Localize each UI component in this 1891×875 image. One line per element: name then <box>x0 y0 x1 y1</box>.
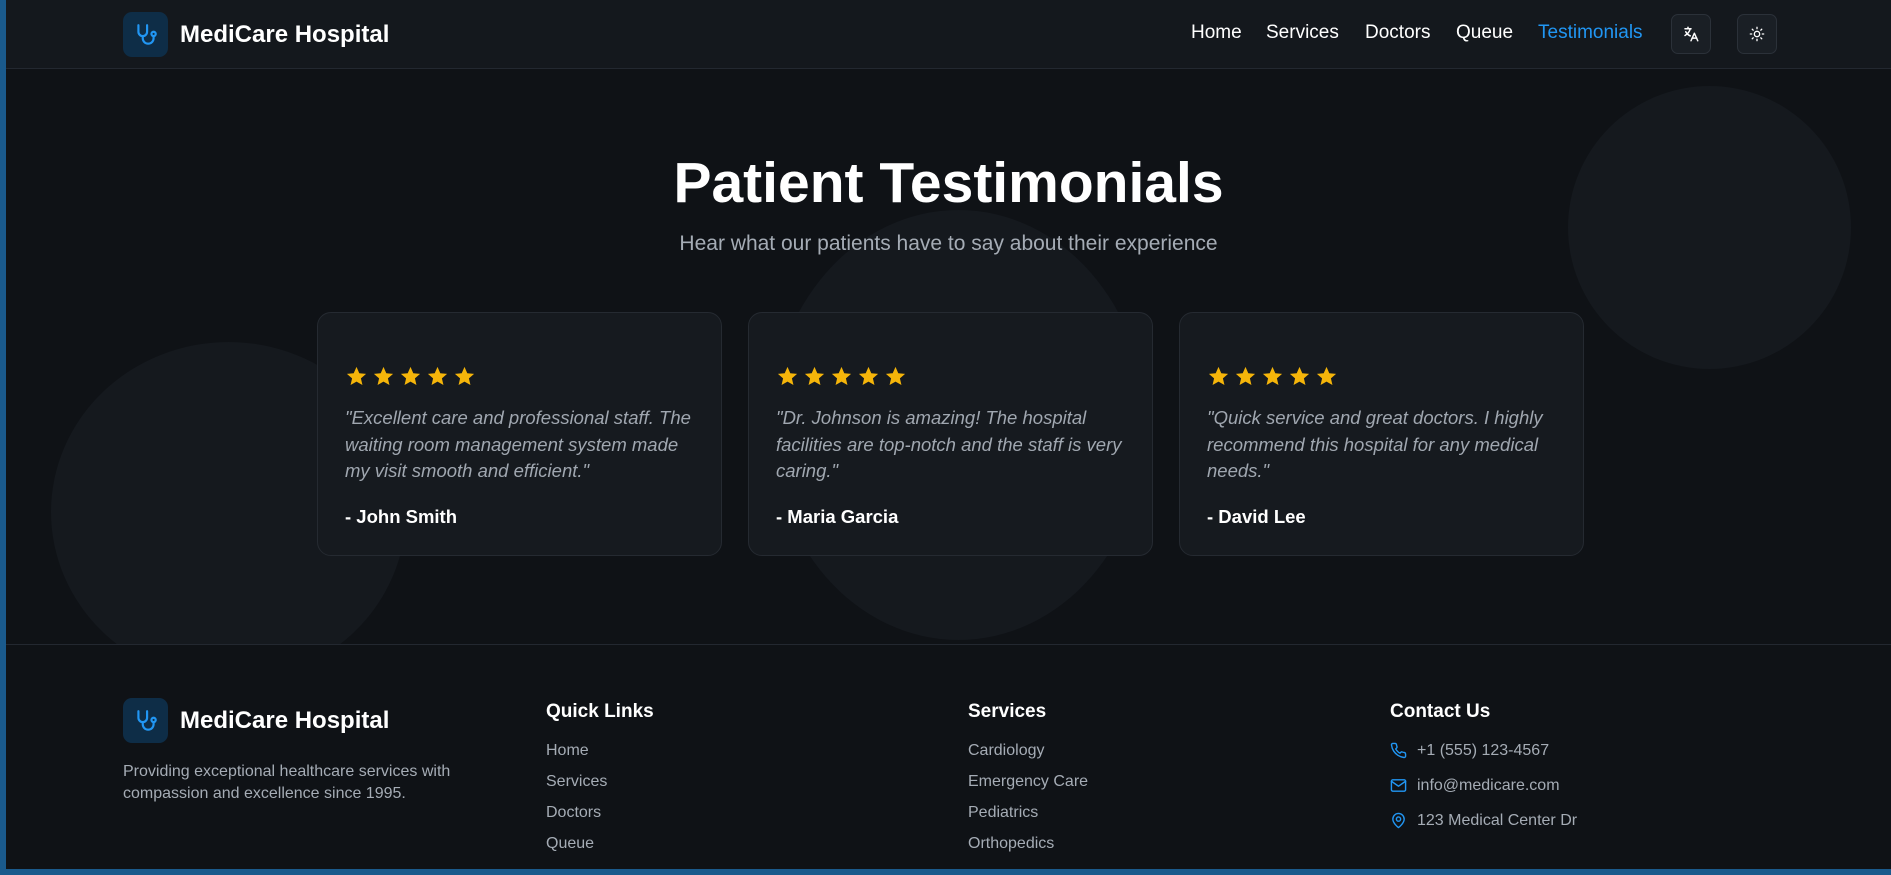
testimonial-author: - Maria Garcia <box>776 506 899 527</box>
stethoscope-icon <box>136 23 157 45</box>
star-icon <box>1261 365 1284 393</box>
phone-icon <box>1390 742 1407 759</box>
star-icon <box>803 365 826 393</box>
contact-email-text: info@medicare.com <box>1417 777 1560 794</box>
service-link-orthopedics[interactable]: Orthopedics <box>968 835 1088 866</box>
footer-brand-name: MediCare Hospital <box>180 707 390 734</box>
star-icon <box>1288 365 1311 393</box>
nav-link-queue[interactable]: Queue <box>1456 22 1513 44</box>
theme-toggle-button[interactable] <box>1737 14 1777 54</box>
testimonial-card: "Dr. Johnson is amazing! The hospital fa… <box>748 312 1153 556</box>
nav-link-home[interactable]: Home <box>1191 22 1242 44</box>
contact-phone-text: +1 (555) 123-4567 <box>1417 742 1550 759</box>
quick-link-services[interactable]: Services <box>546 773 607 804</box>
sun-icon <box>1749 26 1765 42</box>
star-icon <box>1315 365 1338 393</box>
language-toggle-button[interactable] <box>1671 14 1711 54</box>
brand-logo[interactable] <box>123 12 168 57</box>
testimonial-quote: "Excellent care and professional staff. … <box>345 407 691 481</box>
quick-link-home[interactable]: Home <box>546 742 607 773</box>
star-icon <box>857 365 880 393</box>
contact-address-text: 123 Medical Center Dr <box>1417 812 1578 829</box>
star-icon <box>1207 365 1230 393</box>
star-icon <box>1234 365 1257 393</box>
service-link-cardiology[interactable]: Cardiology <box>968 742 1088 773</box>
testimonial-quote: "Quick service and great doctors. I high… <box>1207 407 1543 481</box>
testimonial-author: - David Lee <box>1207 506 1306 527</box>
star-icon <box>830 365 853 393</box>
star-rating <box>1207 365 1338 393</box>
quick-links-title: Quick Links <box>546 701 654 722</box>
nav-link-testimonials[interactable]: Testimonials <box>1538 22 1643 44</box>
page: MediCare Hospital Home Services Doctors … <box>6 0 1891 869</box>
service-link-pediatrics[interactable]: Pediatrics <box>968 804 1088 835</box>
nav-link-services[interactable]: Services <box>1266 22 1339 44</box>
services-list: Cardiology Emergency Care Pediatrics Ort… <box>968 742 1088 866</box>
stethoscope-icon <box>136 709 157 731</box>
decorative-circle <box>1568 86 1851 369</box>
star-rating <box>345 365 476 393</box>
testimonial-card: "Quick service and great doctors. I high… <box>1179 312 1584 556</box>
star-icon <box>453 365 476 393</box>
star-icon <box>426 365 449 393</box>
contact-address: 123 Medical Center Dr <box>1390 812 1577 847</box>
footer-brand-logo[interactable] <box>123 698 168 743</box>
star-icon <box>345 365 368 393</box>
testimonial-card: "Excellent care and professional staff. … <box>317 312 722 556</box>
top-navbar: MediCare Hospital Home Services Doctors … <box>6 0 1891 69</box>
contact-phone[interactable]: +1 (555) 123-4567 <box>1390 742 1577 777</box>
section-title: Patient Testimonials <box>673 151 1224 215</box>
mail-icon <box>1390 779 1407 792</box>
contact-email[interactable]: info@medicare.com <box>1390 777 1577 812</box>
nav-link-doctors[interactable]: Doctors <box>1365 22 1430 44</box>
testimonial-quote: "Dr. Johnson is amazing! The hospital fa… <box>776 407 1122 481</box>
brand-name[interactable]: MediCare Hospital <box>180 21 389 49</box>
footer: MediCare Hospital Providing exceptional … <box>6 644 1891 869</box>
services-title: Services <box>968 701 1047 722</box>
star-rating <box>776 365 907 393</box>
service-link-emergency-care[interactable]: Emergency Care <box>968 773 1088 804</box>
quick-links-list: Home Services Doctors Queue <box>546 742 607 866</box>
section-subtitle: Hear what our patients have to say about… <box>679 232 1218 255</box>
translate-icon <box>1684 26 1699 42</box>
star-icon <box>399 365 422 393</box>
star-icon <box>372 365 395 393</box>
contact-title: Contact Us <box>1390 701 1491 722</box>
star-icon <box>884 365 907 393</box>
quick-link-doctors[interactable]: Doctors <box>546 804 607 835</box>
quick-link-queue[interactable]: Queue <box>546 835 607 866</box>
contact-list: +1 (555) 123-4567 info@medicare.com 123 … <box>1390 742 1577 847</box>
map-pin-icon <box>1392 812 1405 829</box>
testimonial-author: - John Smith <box>345 506 458 527</box>
footer-description: Providing exceptional healthcare service… <box>123 763 451 802</box>
star-icon <box>776 365 799 393</box>
